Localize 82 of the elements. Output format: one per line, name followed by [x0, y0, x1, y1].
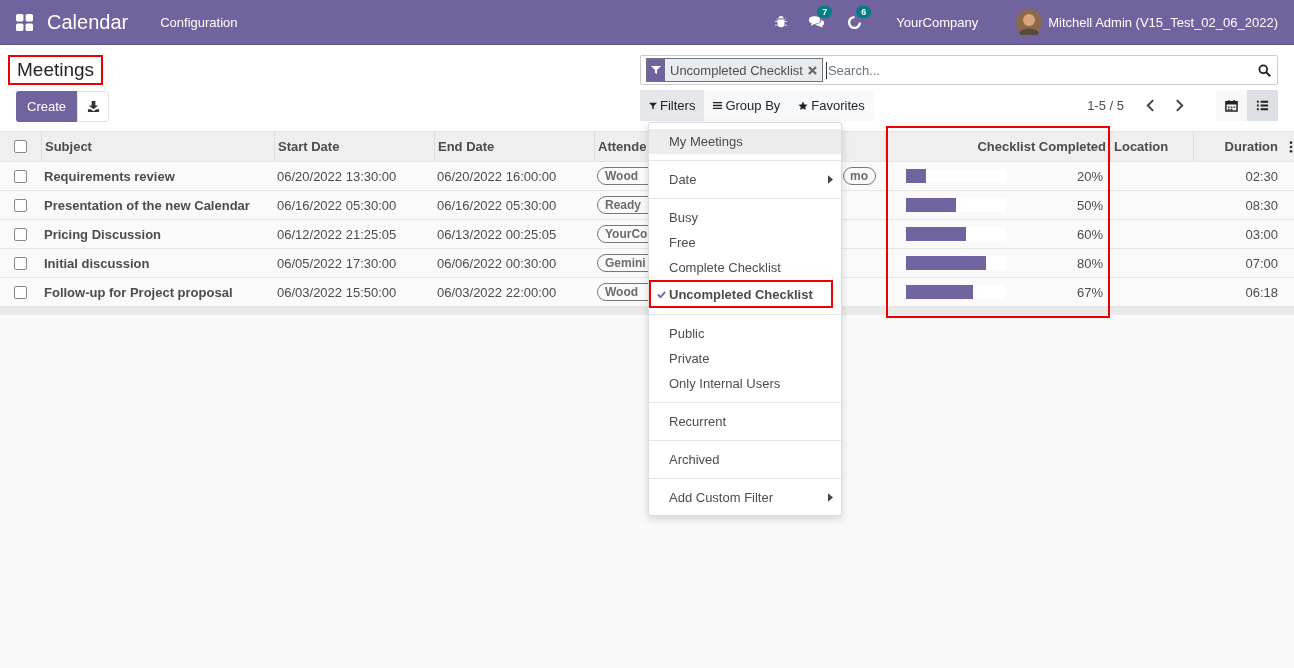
avatar-icon[interactable]: [1016, 9, 1043, 35]
table-cell: 06/16/2022 05:30:00: [277, 197, 397, 213]
select-all-checkbox[interactable]: [14, 140, 27, 153]
star-icon: [798, 100, 809, 111]
row-checkbox[interactable]: [14, 285, 27, 299]
table-cell: Presentation of the new Calendar: [44, 197, 250, 213]
filter-item[interactable]: Private: [649, 346, 841, 371]
search-option-button[interactable]: Filters: [640, 90, 705, 121]
table-cell: 50%: [1076, 197, 1103, 213]
row-checkbox[interactable]: [14, 227, 27, 241]
column-header[interactable]: Checklist Completed: [977, 139, 1106, 154]
table-cell: Requirements review: [44, 168, 175, 184]
filter-item[interactable]: Archived: [649, 447, 841, 472]
table-cell: Pricing Discussion: [44, 226, 162, 242]
company-switcher[interactable]: YourCompany: [896, 14, 979, 30]
filter-icon: [649, 101, 657, 110]
table-cell: 03:00: [1245, 226, 1278, 242]
next-icon[interactable]: [1175, 99, 1184, 112]
download-button[interactable]: [77, 91, 110, 122]
list-icon: [1256, 99, 1269, 112]
previous-icon[interactable]: [1146, 99, 1155, 112]
table-cell: 08:30: [1245, 197, 1278, 213]
table-cell: 06/12/2022 21:25:05: [277, 226, 397, 242]
table-cell: 07:00: [1245, 255, 1278, 271]
row-checkbox[interactable]: [14, 169, 27, 183]
filter-item[interactable]: My Meetings: [649, 129, 841, 154]
filter-item[interactable]: Public: [649, 321, 841, 346]
search-icon[interactable]: [1258, 63, 1271, 77]
search-option-button[interactable]: Group By: [704, 90, 790, 121]
count-badge: 6: [856, 5, 872, 18]
table-cell: 06:18: [1245, 284, 1278, 300]
filter-icon: [647, 59, 665, 81]
table-cell: 06/03/2022 15:50:00: [277, 284, 397, 300]
caret-icon: [828, 175, 833, 184]
table-cell: 02:30: [1245, 168, 1278, 184]
search-option-button[interactable]: Favorites: [789, 90, 874, 121]
kebab-menu-icon[interactable]: [1289, 140, 1293, 153]
list-view-button[interactable]: [1247, 90, 1278, 121]
apps-menu-icon[interactable]: [16, 13, 33, 31]
table-cell: Initial discussion: [44, 255, 150, 271]
filter-item[interactable]: Add Custom Filter: [649, 485, 841, 510]
table-cell: 06/20/2022 16:00:00: [437, 168, 557, 184]
filter-facet[interactable]: Uncompleted Checklist: [646, 58, 823, 82]
pager-value[interactable]: 1-5 / 5: [1087, 98, 1124, 113]
table-cell: 06/20/2022 13:30:00: [277, 168, 397, 184]
filter-item[interactable]: Uncompleted Checklist: [649, 280, 833, 308]
table-cell: 06/13/2022 00:25:05: [437, 226, 557, 242]
chat-icon[interactable]: [808, 15, 826, 29]
column-header[interactable]: Start Date: [278, 139, 340, 154]
menu-item[interactable]: Configuration: [160, 14, 238, 30]
table-cell: 06/05/2022 17:30:00: [277, 255, 397, 271]
page-title: Meetings: [8, 55, 104, 85]
calendar-icon: [1225, 99, 1238, 112]
caret-icon: [828, 493, 833, 502]
table-cell: 67%: [1076, 284, 1103, 300]
create-button[interactable]: Create: [16, 91, 78, 122]
app-name[interactable]: Calendar: [47, 10, 129, 34]
table-cell: 20%: [1076, 168, 1103, 184]
check-icon: [657, 289, 666, 299]
column-header[interactable]: Subject: [45, 139, 92, 154]
table-cell: 60%: [1076, 226, 1103, 242]
column-header[interactable]: Location: [1114, 139, 1169, 154]
list-lines-icon: [713, 101, 723, 110]
row-checkbox[interactable]: [14, 256, 27, 270]
bug-icon[interactable]: [774, 15, 789, 29]
filter-item[interactable]: Only Internal Users: [649, 371, 841, 396]
table-cell: 80%: [1076, 255, 1103, 271]
table-cell: Follow-up for Project proposal: [44, 284, 233, 300]
search-field[interactable]: Uncompleted Checklist Search...: [640, 55, 1278, 85]
clock-icon[interactable]: [847, 14, 863, 30]
remove-icon[interactable]: [807, 65, 817, 75]
user-menu[interactable]: Mitchell Admin (V15_Test_02_06_2022): [1048, 14, 1278, 30]
table-cell: 06/03/2022 22:00:00: [437, 284, 557, 300]
column-header[interactable]: End Date: [438, 139, 495, 154]
column-header[interactable]: Duration: [1224, 139, 1278, 154]
column-header[interactable]: Attende: [598, 139, 647, 154]
table-cell: 06/16/2022 05:30:00: [437, 197, 557, 213]
row-checkbox[interactable]: [14, 198, 27, 212]
download-icon: [86, 100, 100, 113]
table-cell: 06/06/2022 00:30:00: [437, 255, 557, 271]
filter-item[interactable]: Recurrent: [649, 409, 841, 434]
count-badge: 7: [817, 6, 833, 18]
